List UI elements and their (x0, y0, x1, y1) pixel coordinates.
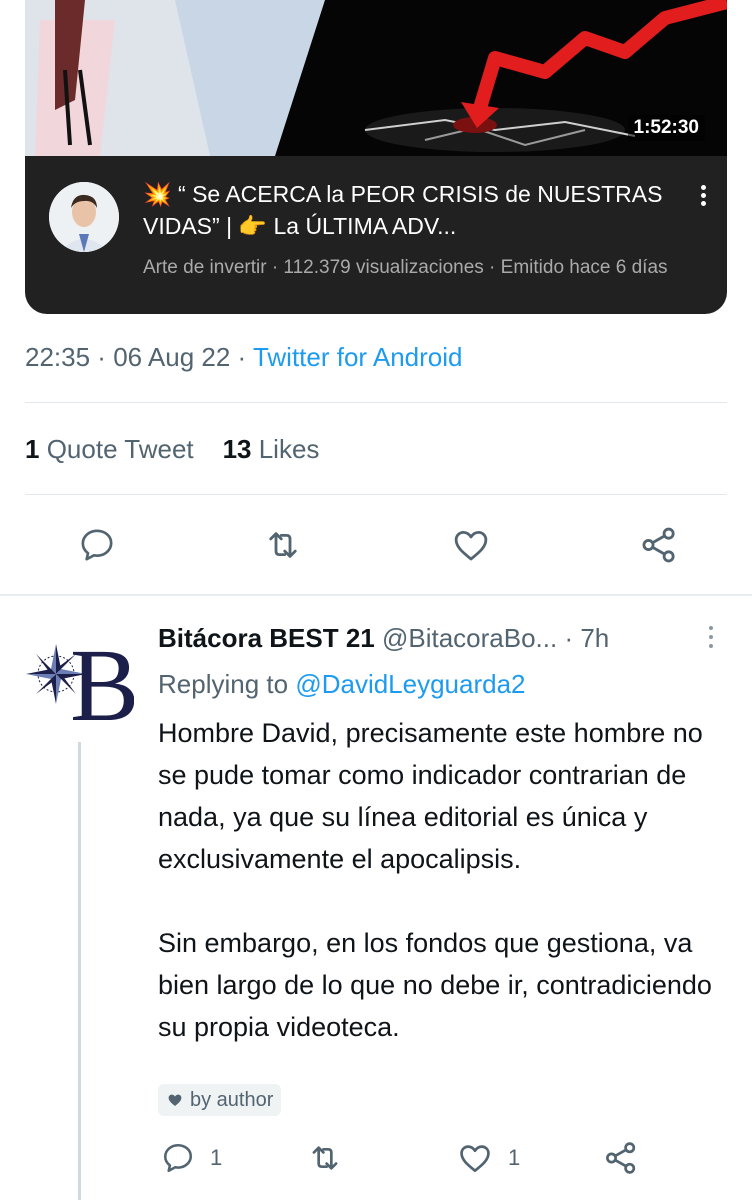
tweet-time: 22:35 (25, 342, 91, 372)
thumbnail-image (25, 0, 727, 156)
youtube-card[interactable]: 1:52:30 💥 “ Se ACERCA la PEOR CRISIS de … (25, 0, 727, 314)
reply-author-name[interactable]: Bitácora BEST 21 (158, 623, 375, 653)
divider (25, 402, 727, 403)
section-divider (0, 594, 752, 596)
share-button[interactable] (634, 520, 684, 570)
like-button[interactable] (446, 520, 496, 570)
divider (25, 494, 727, 495)
tweet-date: 06 Aug 22 (113, 342, 231, 372)
video-title[interactable]: 💥 “ Se ACERCA la PEOR CRISIS de NUESTRAS… (143, 178, 673, 242)
share-icon (642, 527, 675, 563)
tweet-actions (0, 520, 752, 572)
more-vert-icon[interactable] (693, 182, 713, 212)
retweet-icon (269, 532, 297, 558)
like-count: 1 (508, 1145, 521, 1170)
heart-icon (454, 531, 488, 561)
reply-retweet-button[interactable] (306, 1138, 344, 1178)
video-meta: Arte de invertir · 112.379 visualizacion… (143, 257, 668, 278)
video-duration: 1:52:30 (627, 115, 705, 141)
reply-author-avatar[interactable]: B (22, 622, 139, 743)
reply-header: Bitácora BEST 21 @BitacoraBo... · 7h (158, 622, 609, 654)
svg-text:B: B (70, 628, 134, 734)
quote-tweets-stat[interactable]: 1 Quote Tweet (25, 434, 194, 464)
reply-paragraph: Sin embargo, en los fondos que gestiona,… (158, 928, 712, 1042)
heart-icon (460, 1145, 490, 1173)
reply-reply-button[interactable]: 1 (160, 1138, 222, 1178)
retweet-button[interactable] (258, 520, 308, 570)
share-icon (606, 1142, 636, 1174)
thread-line (78, 742, 81, 1200)
heart-filled-icon (168, 1094, 182, 1106)
video-title-text: “ Se ACERCA la PEOR CRISIS de NUESTRAS V… (143, 181, 663, 239)
tweet-timestamp: 22:35 · 06 Aug 22 · Twitter for Android (25, 342, 463, 372)
quote-label: Quote Tweet (46, 434, 194, 464)
reply-icon (81, 529, 113, 561)
explosion-emoji-icon: 💥 (143, 181, 172, 207)
quote-count: 1 (25, 434, 40, 464)
more-options-icon[interactable] (706, 626, 716, 656)
tweet-stats: 1 Quote Tweet 13 Likes (25, 434, 319, 465)
retweet-icon (312, 1146, 338, 1170)
reply-share-button[interactable] (602, 1138, 640, 1178)
video-thumbnail[interactable]: 1:52:30 (25, 0, 727, 156)
reply-icon (163, 1143, 193, 1173)
likes-stat[interactable]: 13 Likes (223, 434, 320, 464)
reply-count: 1 (210, 1145, 223, 1170)
reply-paragraph: Hombre David, precisamente este hombre n… (158, 718, 703, 874)
reply-time: · 7h (564, 623, 610, 653)
channel-avatar[interactable] (49, 182, 119, 252)
liked-by-author-badge: by author (158, 1084, 282, 1116)
reply-body: Hombre David, precisamente este hombre n… (158, 712, 738, 1048)
replying-prefix: Replying to (158, 669, 289, 699)
reply-author-handle[interactable]: @BitacoraBo... (382, 623, 557, 653)
reply-button[interactable] (72, 520, 122, 570)
tweet-source-link[interactable]: Twitter for Android (253, 342, 463, 372)
compass-logo-icon: B (22, 622, 139, 743)
likes-count: 13 (222, 434, 252, 464)
reply-like-button[interactable]: 1 (456, 1138, 520, 1178)
person-avatar-icon (49, 182, 119, 252)
replying-mention-link[interactable]: @DavidLeyguarda2 (295, 669, 525, 699)
replying-to: Replying to @DavidLeyguarda2 (158, 666, 526, 702)
likes-label: Likes (258, 434, 320, 464)
badge-label: by author (190, 1088, 274, 1111)
